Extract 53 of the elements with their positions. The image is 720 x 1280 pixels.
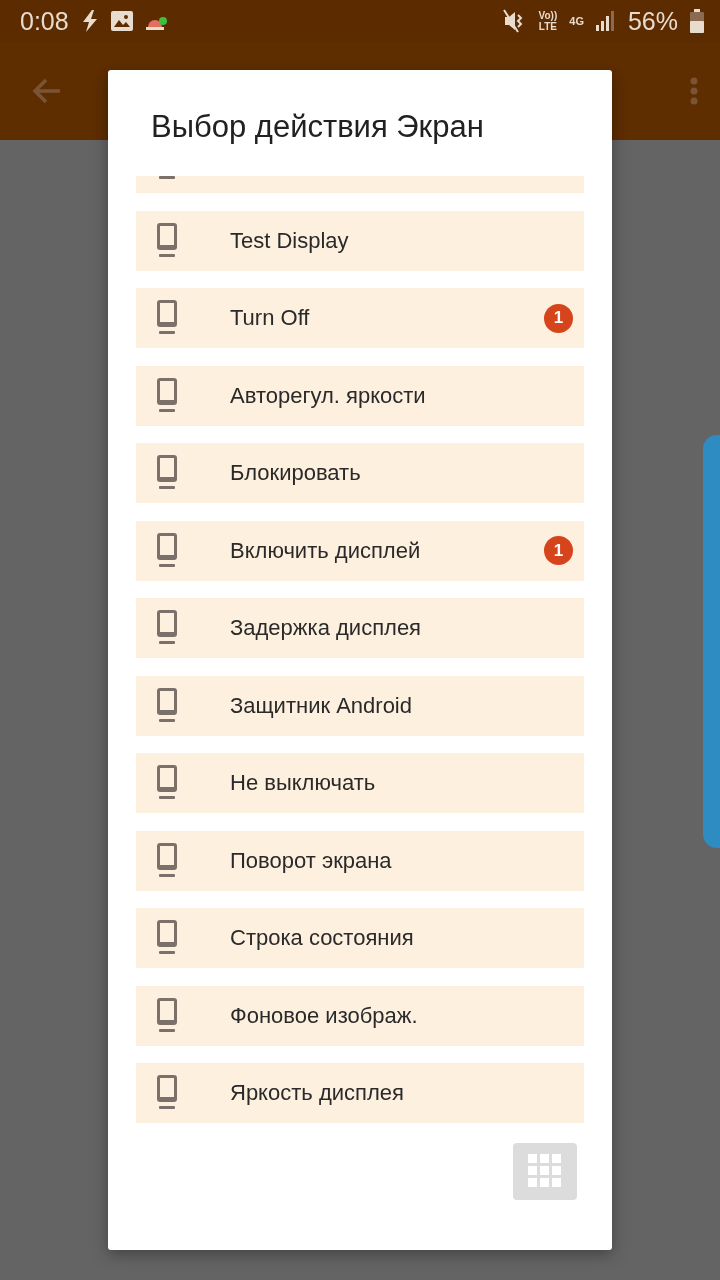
phone-icon: [156, 920, 178, 956]
image-icon: [110, 11, 133, 31]
list-item[interactable]: Поворот экрана: [136, 830, 584, 891]
item-label: Не выключать: [230, 770, 377, 796]
lte-label: LTE: [538, 21, 557, 32]
item-label: Включить дисплей: [230, 537, 422, 564]
grid-icon: [528, 1154, 562, 1188]
item-label: Поворот экрана: [230, 847, 393, 874]
lightning-icon: [80, 10, 99, 32]
clock: 0:08: [20, 6, 69, 36]
battery-icon: [690, 9, 704, 33]
phone-icon: [156, 610, 178, 646]
list-item[interactable]: Не выключать: [136, 753, 584, 813]
item-label: Задержка дисплея: [230, 615, 423, 641]
list-item[interactable]: Test Display: [136, 210, 584, 271]
network-label: 4G: [569, 15, 584, 27]
list-item[interactable]: Яркость дисплея: [136, 1063, 584, 1123]
back-icon[interactable]: [32, 78, 62, 104]
list-item[interactable]: Блокировать: [136, 443, 584, 503]
phone-icon: [156, 997, 178, 1034]
phone-icon: [156, 765, 178, 801]
grid-button[interactable]: [513, 1142, 577, 1200]
volte-label: Vo)): [538, 10, 558, 21]
more-icon[interactable]: [690, 77, 698, 105]
item-label: Блокировать: [230, 460, 362, 486]
list-item[interactable]: Строка состояния: [136, 908, 584, 968]
item-label: Защитник Android: [230, 692, 413, 719]
battery-percent: 56%: [627, 6, 678, 36]
list-item[interactable]: Фоновое изображ.: [136, 985, 584, 1046]
list-item[interactable]: Задержка дисплея: [136, 598, 584, 658]
count-badge: 1: [544, 303, 573, 333]
phone-icon: [156, 842, 178, 879]
item-label: Авторегул. яркости: [230, 382, 427, 409]
count-badge: 1: [544, 536, 573, 565]
phone-icon: [156, 377, 178, 414]
list-item[interactable]: Авторегул. яркости: [136, 365, 584, 426]
phone-icon: [156, 300, 178, 336]
scroll-handle[interactable]: [703, 435, 720, 848]
item-label: Фоновое изображ.: [230, 1002, 419, 1029]
dialog-title: Выбор действия Экран: [151, 110, 485, 144]
item-label: Яркость дисплея: [230, 1080, 405, 1106]
signal-icon: [595, 11, 616, 31]
phone-icon: [156, 1075, 178, 1111]
list-item[interactable]: Включить дисплей 1: [136, 520, 584, 581]
phone-icon: [156, 455, 178, 491]
phone-icon: [156, 222, 178, 259]
item-label: Test Display: [230, 227, 350, 254]
item-label: Строка состояния: [230, 925, 415, 951]
list-item[interactable]: Turn Off 1: [136, 288, 584, 348]
phone-icon: [156, 687, 178, 724]
phone-icon: [156, 532, 178, 569]
item-label: Turn Off: [230, 305, 311, 331]
list-item[interactable]: Защитник Android: [136, 675, 584, 736]
